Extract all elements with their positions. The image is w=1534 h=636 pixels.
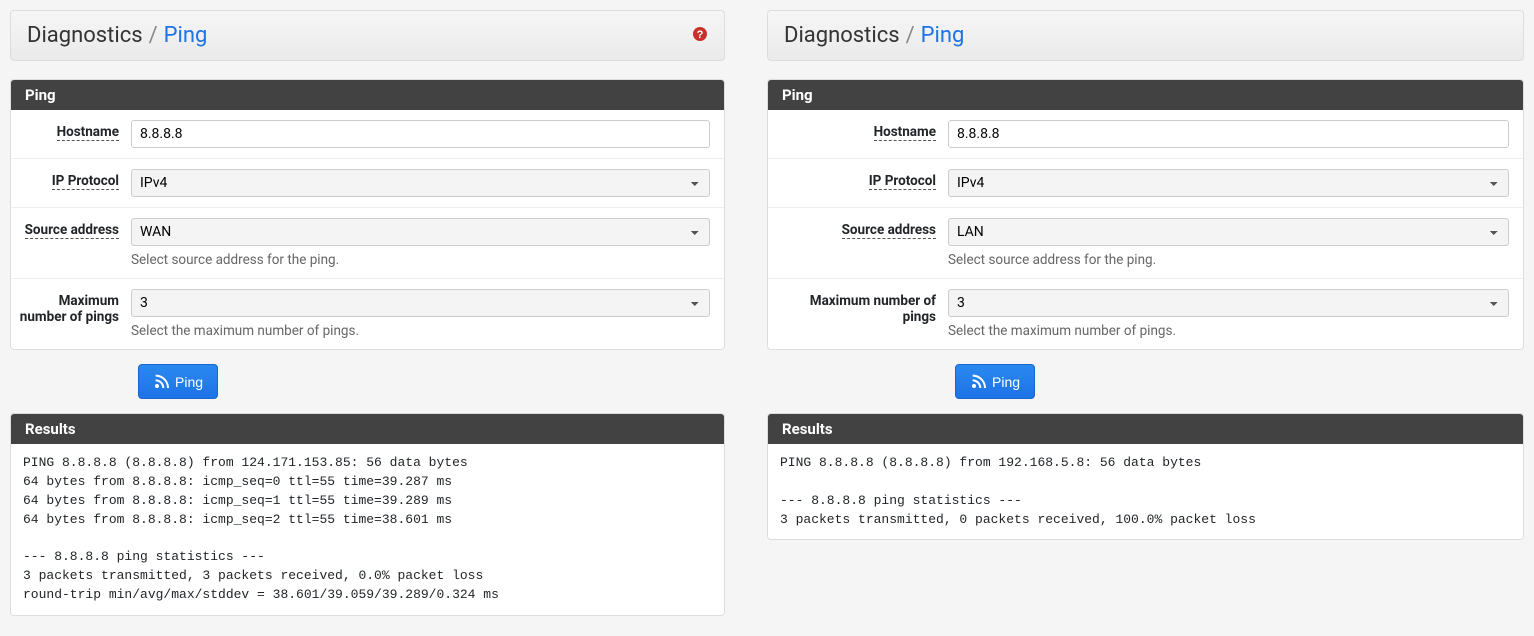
ping-button-label: Ping [992, 374, 1020, 390]
breadcrumb: Diagnostics / Ping [27, 23, 207, 48]
right-pane: Diagnostics / Ping Ping Hostname IP Prot… [767, 0, 1534, 636]
breadcrumb-parent[interactable]: Diagnostics [27, 23, 143, 48]
source-help: Select source address for the ping. [131, 252, 710, 268]
ipproto-select[interactable]: IPv4 [131, 169, 710, 197]
maxpings-select[interactable]: 3 [948, 289, 1509, 317]
maxpings-row: Maximum number of pings 3 Select the max… [768, 279, 1523, 349]
hostname-input[interactable] [131, 120, 710, 148]
ping-form-panel: Ping Hostname IP Protocol IPv4 Source ad… [767, 79, 1524, 350]
source-select[interactable]: LAN [948, 218, 1509, 246]
source-help: Select source address for the ping. [948, 252, 1509, 268]
hostname-row: Hostname [768, 110, 1523, 159]
ipproto-label: IP Protocol [11, 169, 131, 190]
hostname-row: Hostname [11, 110, 724, 159]
ping-button[interactable]: Ping [955, 364, 1035, 399]
breadcrumb-parent[interactable]: Diagnostics [784, 23, 900, 48]
hostname-label: Hostname [768, 120, 948, 141]
source-label: Source address [768, 218, 948, 239]
results-output: PING 8.8.8.8 (8.8.8.8) from 124.171.153.… [11, 444, 724, 615]
ping-form-panel: Ping Hostname IP Protocol IPv4 Source ad… [10, 79, 725, 350]
left-pane: Diagnostics / Ping ? Ping Hostname IP Pr… [0, 0, 767, 636]
breadcrumb-current[interactable]: Ping [164, 23, 208, 48]
results-title: Results [768, 414, 1523, 444]
hostname-label: Hostname [11, 120, 131, 141]
results-title: Results [11, 414, 724, 444]
maxpings-row: Maximum number of pings 3 Select the max… [11, 279, 724, 349]
source-row: Source address LAN Select source address… [768, 208, 1523, 279]
action-row: Ping [10, 364, 725, 399]
source-label: Source address [11, 218, 131, 239]
ipproto-row: IP Protocol IPv4 [768, 159, 1523, 208]
panel-title: Ping [768, 80, 1523, 110]
ping-button[interactable]: Ping [138, 364, 218, 399]
panel-title: Ping [11, 80, 724, 110]
ping-button-label: Ping [175, 374, 203, 390]
breadcrumb-current[interactable]: Ping [921, 23, 965, 48]
source-select[interactable]: WAN [131, 218, 710, 246]
breadcrumb-bar: Diagnostics / Ping ? [10, 10, 725, 61]
rss-icon [970, 372, 986, 391]
maxpings-select[interactable]: 3 [131, 289, 710, 317]
source-row: Source address WAN Select source address… [11, 208, 724, 279]
maxpings-label: Maximum number of pings [11, 289, 131, 325]
results-output: PING 8.8.8.8 (8.8.8.8) from 192.168.5.8:… [768, 444, 1523, 539]
ipproto-select[interactable]: IPv4 [948, 169, 1509, 197]
ipproto-row: IP Protocol IPv4 [11, 159, 724, 208]
ipproto-label: IP Protocol [768, 169, 948, 190]
help-icon[interactable]: ? [692, 26, 708, 46]
maxpings-help: Select the maximum number of pings. [948, 323, 1509, 339]
breadcrumb-bar: Diagnostics / Ping [767, 10, 1524, 61]
breadcrumb-separator: / [906, 23, 915, 48]
hostname-input[interactable] [948, 120, 1509, 148]
results-panel: Results PING 8.8.8.8 (8.8.8.8) from 124.… [10, 413, 725, 616]
maxpings-label: Maximum number of pings [768, 289, 948, 325]
maxpings-help: Select the maximum number of pings. [131, 323, 710, 339]
action-row: Ping [767, 364, 1524, 399]
breadcrumb: Diagnostics / Ping [784, 23, 964, 48]
breadcrumb-separator: / [149, 23, 158, 48]
results-panel: Results PING 8.8.8.8 (8.8.8.8) from 192.… [767, 413, 1524, 540]
svg-text:?: ? [697, 29, 704, 41]
rss-icon [153, 372, 169, 391]
